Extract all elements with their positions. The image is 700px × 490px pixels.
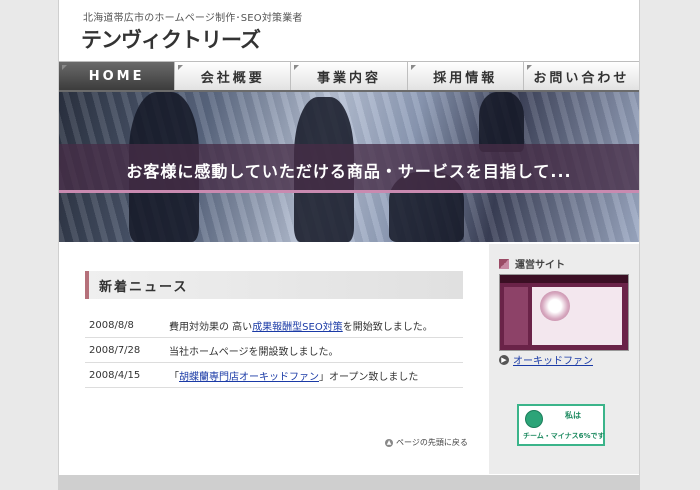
square-bullet-icon <box>499 258 509 269</box>
hero-figure <box>479 92 524 152</box>
globe-icon <box>525 410 543 428</box>
news-date: 2008/8/8 <box>89 319 134 331</box>
page: 北海道帯広市のホームページ制作･SEO対策業者 テンヴィクトリーズ HOME 会… <box>58 0 640 490</box>
badge-line2: チーム・マイナス6%です <box>523 432 605 440</box>
news-text-after: 」オープン致しました <box>319 371 419 383</box>
news-text: 「胡蝶蘭専門店オーキッドファン」オープン致しました <box>169 368 418 383</box>
nav-contact[interactable]: お問い合わせ <box>524 62 639 90</box>
news-list: 2008/8/8 費用対効果の 高い成果報酬型SEO対策を開始致しました。 20… <box>85 313 463 388</box>
team-minus-6-badge[interactable]: 私は チーム・マイナス6%です <box>517 404 605 446</box>
sidebar-heading: 運営サイト <box>499 256 565 271</box>
nav-recruit[interactable]: 採用情報 <box>408 62 524 90</box>
hero-caption: お客様に感動していただける商品・サービスを目指して... <box>126 162 572 181</box>
arrow-up-icon: ▲ <box>385 438 393 447</box>
news-item: 2008/7/28 当社ホームページを開設致しました。 <box>85 338 463 363</box>
main-nav: HOME 会社概要 事業内容 採用情報 お問い合わせ <box>59 61 639 93</box>
news-date: 2008/7/28 <box>89 344 141 356</box>
orchid-site-link-label[interactable]: オーキッドファン <box>513 352 593 367</box>
news-link-seo[interactable]: 成果報酬型SEO対策 <box>252 322 343 333</box>
news-item: 2008/8/8 費用対効果の 高い成果報酬型SEO対策を開始致しました。 <box>85 313 463 338</box>
footer-bar <box>59 475 639 490</box>
arrow-right-icon: ▶ <box>499 354 509 365</box>
orchid-site-link[interactable]: ▶ オーキッドファン <box>499 352 593 367</box>
orchid-flower-image <box>540 291 570 321</box>
sidebar: 運営サイト ▶ オーキッドファン 私は チーム・マイナス6%です <box>489 244 639 474</box>
news-text-before: 「 <box>169 371 179 383</box>
hero-banner: お客様に感動していただける商品・サービスを目指して... <box>59 92 639 242</box>
nav-company[interactable]: 会社概要 <box>175 62 292 90</box>
news-item: 2008/4/15 「胡蝶蘭専門店オーキッドファン」オープン致しました <box>85 363 463 388</box>
badge-line1: 私は <box>565 411 581 420</box>
news-text-after: を開始致しました。 <box>342 321 433 333</box>
thumbnail-sidebar <box>504 287 528 345</box>
page-top-label: ページの先頭に戻る <box>396 438 468 447</box>
news-text-before: 費用対効果の 高い <box>169 321 253 333</box>
page-top-link[interactable]: ▲ ページの先頭に戻る <box>385 437 468 448</box>
orchid-site-thumbnail[interactable] <box>499 274 629 351</box>
nav-business[interactable]: 事業内容 <box>291 62 408 90</box>
sidebar-heading-label: 運営サイト <box>515 260 565 271</box>
news-date: 2008/4/15 <box>89 369 141 381</box>
nav-home[interactable]: HOME <box>59 62 176 90</box>
news-text: 費用対効果の 高い成果報酬型SEO対策を開始致しました。 <box>169 318 433 333</box>
site-tagline: 北海道帯広市のホームページ制作･SEO対策業者 <box>83 13 303 24</box>
news-link-orchid-shop[interactable]: 胡蝶蘭専門店オーキッドファン <box>179 372 319 383</box>
news-text: 当社ホームページを開設致しました。 <box>169 346 339 358</box>
news-section: 新着ニュース 2008/8/8 費用対効果の 高い成果報酬型SEO対策を開始致し… <box>85 271 463 388</box>
news-heading: 新着ニュース <box>85 271 463 299</box>
thumbnail-header <box>500 275 628 283</box>
site-logo[interactable]: テンヴィクトリーズ <box>81 24 261 54</box>
